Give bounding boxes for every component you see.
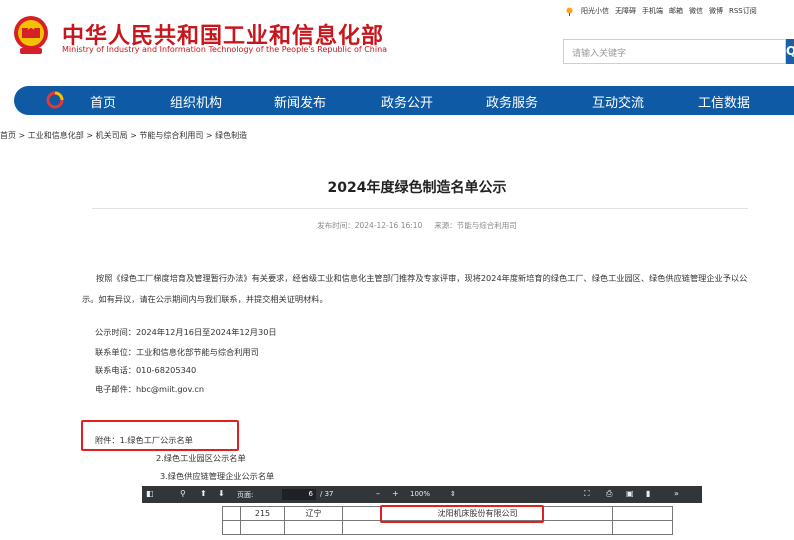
nav-item-home[interactable]: 首页 [90, 92, 116, 111]
top-links: 阳光小信 无障碍 手机端 邮箱 微信 微博 RSS订阅 [566, 6, 757, 16]
national-emblem-icon[interactable] [12, 14, 50, 56]
highlight-box [380, 505, 544, 523]
search-input[interactable]: 请输入关键字 [563, 39, 786, 64]
table-cell-blank [222, 520, 241, 535]
site-subtitle: Ministry of Industry and Information Tec… [62, 45, 388, 54]
page-number-input[interactable]: 6 [282, 489, 316, 500]
info-email: 电子邮件：hbc@miit.gov.cn [95, 384, 205, 394]
table-cell-blank [612, 506, 673, 521]
zoom-dropdown-icon[interactable]: ⇕ [450, 490, 456, 498]
attachment-link-supply-chain[interactable]: 3.绿色供应链管理企业公示名单 [160, 470, 274, 482]
download-icon[interactable]: ▣ [626, 489, 634, 498]
info-phone: 联系电话：010-68205340 [95, 365, 197, 375]
top-link-weibo[interactable]: 微博 [709, 6, 723, 16]
nav-item-gov-affairs[interactable]: 政务公开 [381, 92, 433, 111]
highlight-box [81, 420, 239, 451]
nav-item-organization[interactable]: 组织机构 [170, 92, 222, 111]
title-divider [92, 208, 748, 209]
table-cell-province: 辽宁 [284, 506, 343, 521]
zoom-in-button[interactable]: + [392, 489, 399, 498]
table-cell-number: 215 [240, 506, 285, 521]
fullscreen-icon[interactable]: ⛶ [584, 489, 590, 499]
info-period: 公示时间：2024年12月16日至2024年12月30日 [95, 327, 277, 337]
sidebar-toggle-icon[interactable]: ◧ [146, 489, 154, 498]
nav-item-services[interactable]: 政务服务 [486, 92, 538, 111]
article-paragraph: 按照《绿色工厂梯度培育及管理暂行办法》有关要求，经省级工业和信息化主管部门推荐及… [82, 273, 748, 304]
main-nav: 首页 组织机构 新闻发布 政务公开 政务服务 互动交流 工信数据 [14, 86, 794, 115]
table-cell-blank [240, 520, 285, 535]
attachment-link-park[interactable]: 2.绿色工业园区公示名单 [156, 452, 246, 464]
arrow-up-icon[interactable]: ⬆ [200, 489, 207, 498]
search-icon[interactable]: ⚲ [180, 489, 186, 498]
publish-time: 发布时间：2024-12-16 16:10 [317, 221, 423, 230]
article-source: 来源：节能与综合利用司 [434, 221, 517, 230]
bookmark-icon[interactable]: ▮ [646, 489, 650, 498]
top-link-rss[interactable]: RSS订阅 [729, 6, 757, 16]
site-header: 中华人民共和国工业和信息化部 Ministry of Industry and … [0, 0, 794, 80]
top-link-mail[interactable]: 邮箱 [669, 6, 683, 16]
top-link-accessibility[interactable]: 无障碍 [615, 6, 636, 16]
pdf-toolbar: ◧ ⚲ ⬆ ⬇ 页面: 6 / 37 – + 100% ⇕ ⛶ ⎙ ▣ ▮ » [142, 486, 702, 503]
arrow-down-icon[interactable]: ⬇ [218, 489, 225, 498]
page-label: 页面: [237, 491, 254, 499]
page-title: 2024年度绿色制造名单公示 [327, 180, 507, 196]
article-meta: 发布时间：2024-12-16 16:10 来源：节能与综合利用司 [0, 220, 794, 231]
search-icon: Q [786, 44, 794, 58]
sun-icon [566, 7, 573, 16]
table-cell-blank [612, 520, 673, 535]
zoom-select[interactable]: 100% [410, 490, 430, 498]
table-cell-blank [284, 520, 343, 535]
search-button[interactable]: Q [786, 39, 794, 64]
nav-item-data[interactable]: 工信数据 [698, 92, 750, 111]
more-tools-button[interactable]: » [674, 489, 679, 498]
page-total: / 37 [320, 490, 334, 498]
breadcrumb[interactable]: 首页 > 工业和信息化部 > 机关司局 > 节能与综合利用司 > 绿色制造 [0, 130, 247, 141]
info-contact-unit: 联系单位：工业和信息化部节能与综合利用司 [95, 347, 259, 357]
table-cell-blank [222, 506, 241, 521]
top-link-wechat[interactable]: 微信 [689, 6, 703, 16]
nav-item-news[interactable]: 新闻发布 [274, 92, 326, 111]
miit-logo-icon[interactable] [46, 91, 64, 109]
top-link-mobile[interactable]: 手机端 [642, 6, 663, 16]
print-icon[interactable]: ⎙ [606, 489, 612, 499]
zoom-out-button[interactable]: – [376, 489, 380, 498]
nav-item-interaction[interactable]: 互动交流 [592, 92, 644, 111]
top-link-sunshine[interactable]: 阳光小信 [581, 6, 609, 16]
